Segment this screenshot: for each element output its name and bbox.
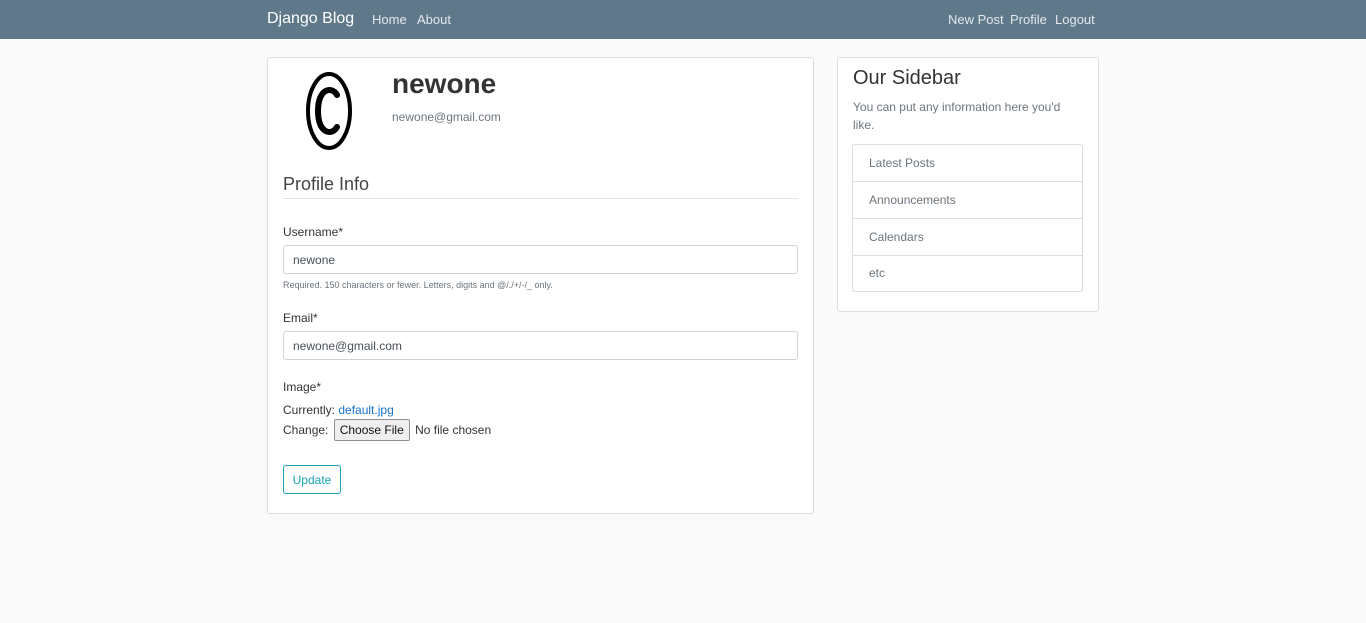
nav-new-post-link[interactable]: New Post (948, 12, 1004, 27)
username-help-text: Required. 150 characters or fewer. Lette… (283, 280, 553, 290)
sidebar-item-etc[interactable]: etc (853, 256, 1082, 291)
nav-home-link[interactable]: Home (372, 12, 407, 27)
sidebar-item-latest-posts[interactable]: Latest Posts (853, 145, 1082, 182)
change-label: Change: (283, 423, 329, 437)
profile-info-legend: Profile Info (283, 174, 370, 194)
legend-divider (283, 198, 798, 199)
no-file-text: No file chosen (415, 423, 492, 437)
sidebar-list: Latest Posts Announcements Calendars etc (852, 144, 1083, 292)
profile-card: newone newone@gmail.com Profile Info Use… (267, 57, 814, 514)
copyright-icon (306, 72, 352, 150)
image-label: Image* (283, 380, 322, 394)
email-label: Email* (283, 311, 318, 325)
sidebar-item-calendars[interactable]: Calendars (853, 219, 1082, 256)
nav-profile-link[interactable]: Profile (1010, 12, 1047, 27)
brand-link[interactable]: Django Blog (267, 10, 354, 28)
nav-about-link[interactable]: About (417, 12, 451, 27)
update-button[interactable]: Update (283, 465, 341, 494)
username-label: Username* (283, 225, 344, 239)
sidebar-card: Our Sidebar You can put any information … (837, 57, 1099, 312)
currently-label: Currently: (283, 403, 336, 417)
nav-logout-link[interactable]: Logout (1055, 12, 1095, 27)
profile-email: newone@gmail.com (392, 110, 501, 124)
current-image-row: Currently: default.jpg (283, 403, 394, 417)
profile-username: newone (392, 68, 497, 99)
username-input[interactable] (283, 245, 798, 274)
change-image-row: Change: Choose File No file chosen (283, 419, 491, 441)
current-image-link[interactable]: default.jpg (338, 403, 393, 417)
navbar: Django Blog Home About New Post Profile … (0, 0, 1366, 39)
sidebar-title: Our Sidebar (853, 67, 961, 89)
sidebar-item-announcements[interactable]: Announcements (853, 182, 1082, 219)
choose-file-button[interactable]: Choose File (333, 419, 410, 441)
email-input[interactable] (283, 331, 798, 360)
sidebar-description: You can put any information here you'd l… (853, 100, 1061, 132)
